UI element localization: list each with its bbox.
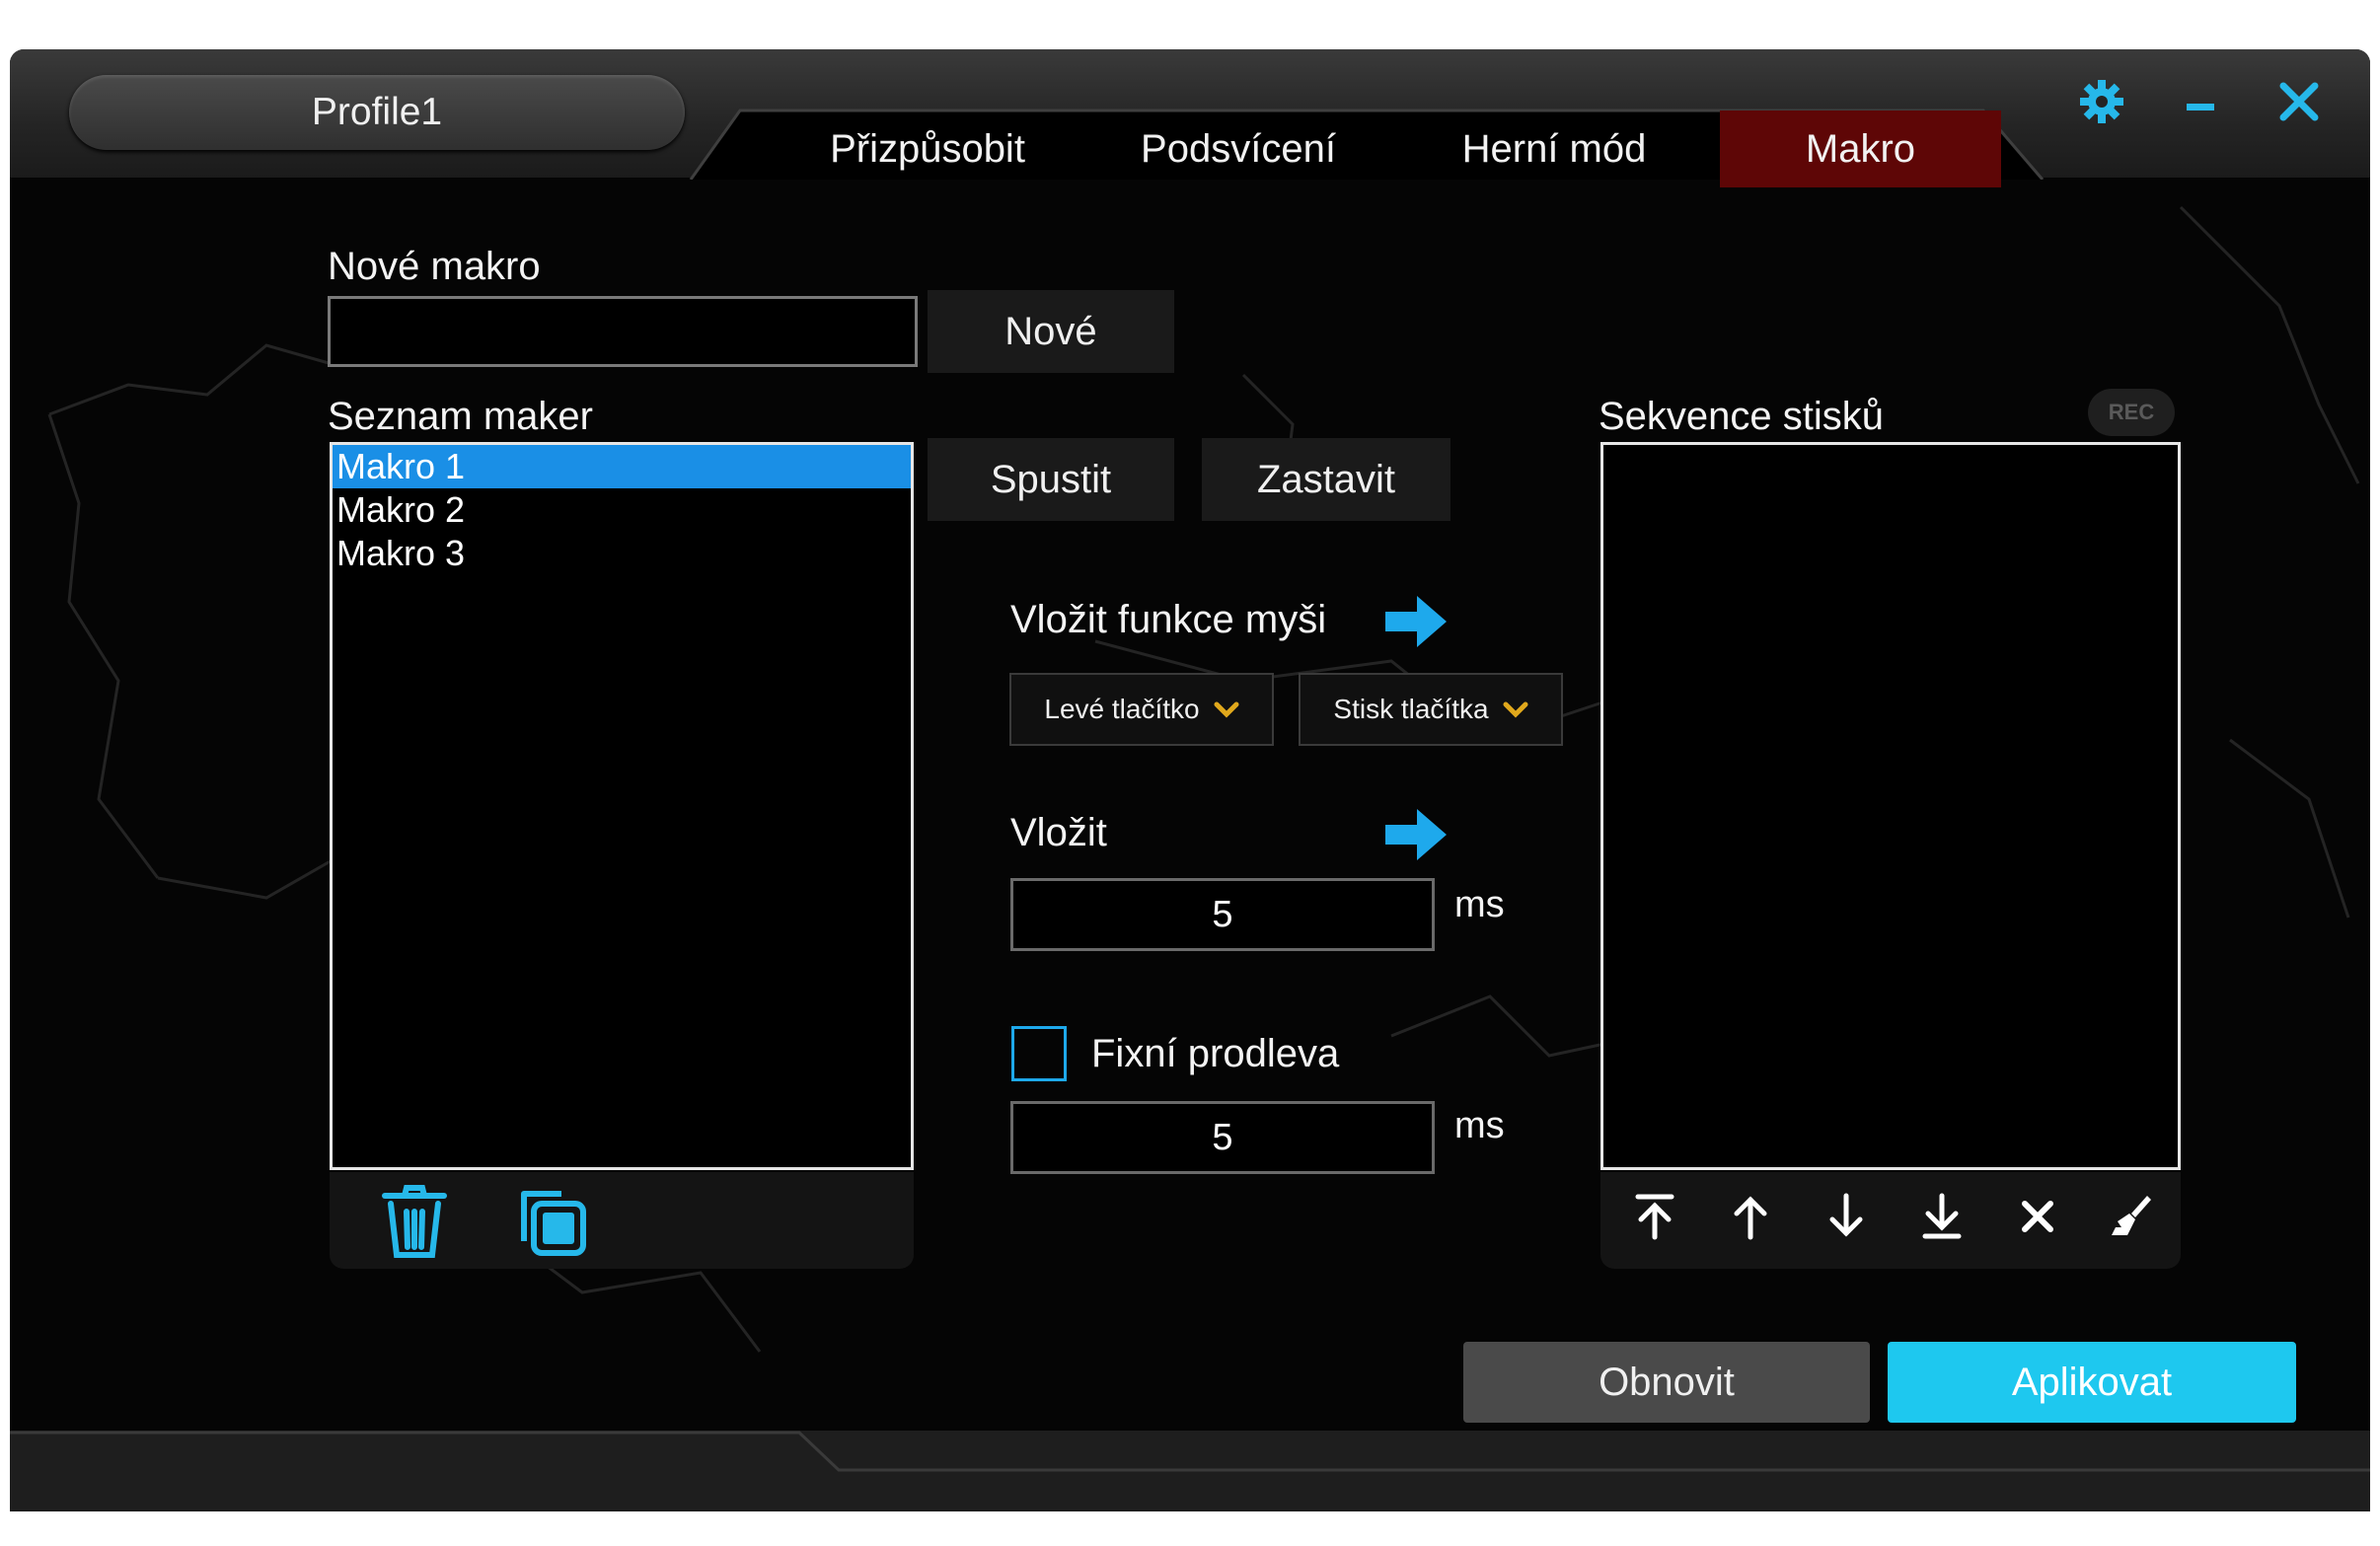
arrow-right-icon [1385, 809, 1447, 860]
move-down-icon [1829, 1193, 1863, 1237]
sequence-toolbar [1600, 1172, 2181, 1269]
mouse-function-label: Vložit funkce myši [1010, 598, 1327, 641]
copy-macro-button[interactable] [512, 1184, 593, 1261]
fixed-delay-label: Fixní prodleva [1091, 1032, 1340, 1075]
mouse-button-select[interactable]: Levé tlačítko [1009, 673, 1274, 746]
tab-lighting[interactable]: Podsvícení [1110, 110, 1367, 187]
fixed-delay-unit: ms [1454, 1105, 1505, 1146]
close-button[interactable] [2265, 67, 2334, 136]
move-top-button[interactable] [1630, 1192, 1679, 1241]
run-macro-button[interactable]: Spustit [928, 438, 1174, 521]
status-bar [10, 1431, 2370, 1511]
delete-macro-button[interactable] [379, 1182, 450, 1261]
arrow-right-icon [1385, 596, 1447, 647]
close-icon [2279, 82, 2319, 121]
record-button[interactable]: REC [2088, 389, 2175, 436]
gear-icon [2080, 80, 2123, 123]
move-bottom-icon [1922, 1193, 1962, 1239]
minimize-button[interactable] [2166, 67, 2235, 136]
mouse-action-select-value: Stisk tlačítka [1333, 694, 1489, 724]
macro-list-item[interactable]: Makro 1 [333, 445, 911, 488]
macro-list-item[interactable]: Makro 2 [333, 488, 911, 532]
fixed-delay-input[interactable] [1010, 1101, 1435, 1174]
profile-selector[interactable]: Profile1 [69, 75, 685, 150]
tab-customize[interactable]: Přizpůsobit [799, 110, 1056, 187]
new-macro-input[interactable] [328, 296, 918, 367]
minimize-icon [2187, 104, 2214, 110]
sequence-list[interactable] [1600, 442, 2181, 1170]
move-bottom-button[interactable] [1917, 1192, 1967, 1241]
tab-game-mode[interactable]: Herní mód [1421, 110, 1687, 187]
insert-mouse-function-button[interactable] [1381, 592, 1450, 651]
delete-step-button[interactable] [2013, 1192, 2062, 1241]
macro-list-label: Seznam maker [328, 395, 593, 438]
mouse-button-select-value: Levé tlačítko [1044, 694, 1200, 724]
fixed-delay-checkbox[interactable] [1011, 1026, 1067, 1081]
insert-delay-unit: ms [1454, 884, 1505, 925]
stop-macro-button[interactable]: Zastavit [1202, 438, 1450, 521]
insert-delay-label: Vložit [1010, 811, 1107, 854]
delete-icon [2022, 1201, 2053, 1232]
mouse-action-select[interactable]: Stisk tlačítka [1299, 673, 1563, 746]
settings-button[interactable] [2067, 67, 2136, 136]
trash-icon [382, 1185, 447, 1258]
clear-icon [2112, 1196, 2151, 1235]
new-macro-label: Nové makro [328, 245, 541, 288]
insert-delay-button[interactable] [1381, 805, 1450, 864]
tab-macro[interactable]: Makro [1720, 110, 2001, 187]
reset-button[interactable]: Obnovit [1463, 1342, 1870, 1423]
clear-sequence-button[interactable] [2106, 1192, 2155, 1241]
macro-list-item[interactable]: Makro 3 [333, 532, 911, 575]
move-down-button[interactable] [1822, 1192, 1871, 1241]
move-up-icon [1734, 1196, 1767, 1240]
macro-list-toolbar [330, 1172, 914, 1269]
status-bar-edge [10, 1431, 2370, 1472]
app-window: Profile1 Přizpůsobit Podsvícení Herní mó… [10, 49, 2370, 1511]
insert-delay-input[interactable] [1010, 878, 1435, 951]
move-top-icon [1635, 1194, 1674, 1240]
chevron-down-icon [1503, 701, 1528, 718]
chevron-down-icon [1214, 701, 1239, 718]
macro-list[interactable]: Makro 1 Makro 2 Makro 3 [330, 442, 914, 1170]
move-up-button[interactable] [1726, 1192, 1775, 1241]
new-macro-button[interactable]: Nové [928, 290, 1174, 373]
copy-icon [521, 1191, 586, 1256]
apply-button[interactable]: Aplikovat [1888, 1342, 2296, 1423]
sequence-label: Sekvence stisků [1599, 395, 1885, 438]
